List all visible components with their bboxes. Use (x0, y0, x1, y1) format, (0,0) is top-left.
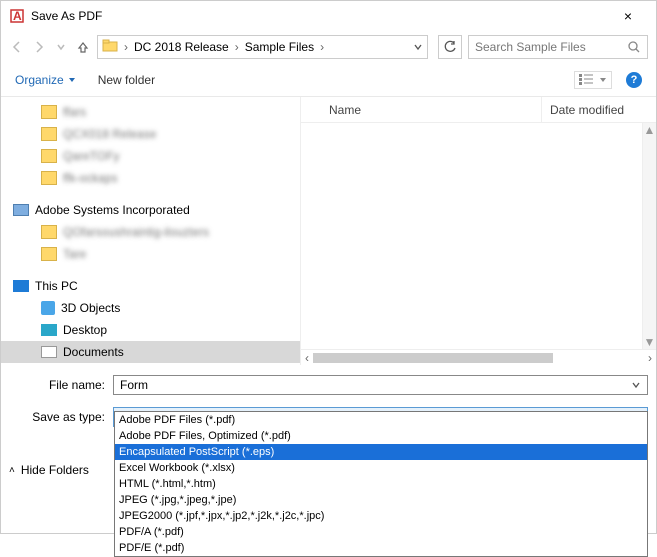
desktop-icon (41, 324, 57, 336)
search-placeholder: Search Sample Files (475, 40, 586, 54)
view-options-button[interactable] (574, 71, 612, 89)
savetype-options-list[interactable]: Adobe PDF Files (*.pdf) Adobe PDF Files,… (114, 411, 648, 557)
search-input[interactable]: Search Sample Files (468, 35, 648, 59)
filename-row: File name: Form (1, 369, 656, 397)
chevron-right-icon: › (233, 40, 241, 54)
title-bar: A Save As PDF × (1, 1, 656, 31)
horizontal-scrollbar[interactable]: ‹ › (301, 349, 656, 365)
folder-icon (41, 225, 57, 239)
chevron-down-icon (68, 76, 76, 84)
filetype-option[interactable]: HTML (*.html,*.htm) (115, 476, 647, 492)
tree-item[interactable]: Tare (1, 243, 300, 265)
content-body: ffars QCX018 Release QareTOFy ffk-ockaps… (1, 97, 656, 365)
tree-desktop[interactable]: Desktop (1, 319, 300, 341)
vertical-scrollbar[interactable]: ▲▼ (642, 123, 656, 349)
tree-documents[interactable]: Documents (1, 341, 300, 363)
scroll-left-icon[interactable]: ‹ (305, 351, 309, 365)
breadcrumb-item[interactable]: DC 2018 Release (130, 40, 233, 54)
tree-item[interactable]: QOfarsoushraintig-ilouzters (1, 221, 300, 243)
svg-text:A: A (13, 9, 22, 23)
scroll-thumb[interactable] (313, 353, 553, 363)
tree-item[interactable]: QCX018 Release (1, 123, 300, 145)
filename-value: Form (120, 378, 148, 392)
filetype-option-selected[interactable]: Encapsulated PostScript (*.eps) (115, 444, 647, 460)
toolbar: Organize New folder ? (1, 63, 656, 97)
pc-icon (13, 280, 29, 292)
disk-icon (13, 204, 29, 216)
filetype-option[interactable]: JPEG2000 (*.jpf,*.jpx,*.jp2,*.j2k,*.j2c,… (115, 508, 647, 524)
close-button[interactable]: × (608, 8, 648, 24)
file-list-area: Name Date modified ▲▼ ‹ › (301, 97, 656, 365)
tree-item[interactable]: ffars (1, 101, 300, 123)
folder-icon (41, 247, 57, 261)
folder-icon (41, 149, 57, 163)
file-list-body[interactable] (301, 123, 656, 349)
filetype-option[interactable]: Adobe PDF Files (*.pdf) (115, 412, 647, 428)
filetype-option[interactable]: JPEG (*.jpg,*.jpeg,*.jpe) (115, 492, 647, 508)
objects-icon (41, 301, 55, 315)
chevron-right-icon: › (318, 40, 326, 54)
back-button[interactable] (9, 39, 25, 55)
breadcrumb-bar[interactable]: › DC 2018 Release › Sample Files › (97, 35, 428, 59)
search-icon (627, 40, 641, 54)
tree-group[interactable]: Adobe Systems Incorporated (1, 199, 300, 221)
filetype-option[interactable]: Adobe PDF Files, Optimized (*.pdf) (115, 428, 647, 444)
refresh-button[interactable] (438, 35, 462, 59)
filetype-option[interactable]: Excel Workbook (*.xlsx) (115, 460, 647, 476)
tree-item[interactable]: QareTOFy (1, 145, 300, 167)
filename-input[interactable]: Form (113, 375, 648, 395)
chevron-down-icon[interactable] (413, 42, 423, 52)
tree-this-pc[interactable]: This PC (1, 275, 300, 297)
chevron-up-icon: ˄ (9, 465, 15, 476)
filetype-option[interactable]: PDF/A (*.pdf) (115, 524, 647, 540)
pdf-app-icon: A (9, 8, 25, 24)
new-folder-button[interactable]: New folder (98, 73, 155, 87)
column-headers: Name Date modified (301, 97, 656, 123)
column-name[interactable]: Name (301, 97, 542, 122)
scroll-right-icon[interactable]: › (648, 351, 652, 365)
tree-item[interactable]: ffk-ockaps (1, 167, 300, 189)
folder-icon (41, 105, 57, 119)
folder-tree[interactable]: ffars QCX018 Release QareTOFy ffk-ockaps… (1, 97, 301, 365)
help-button[interactable]: ? (626, 72, 642, 88)
up-button[interactable] (75, 39, 91, 55)
filename-label: File name: (9, 378, 113, 392)
tree-3d-objects[interactable]: 3D Objects (1, 297, 300, 319)
column-date[interactable]: Date modified (542, 97, 642, 122)
organize-menu[interactable]: Organize (15, 73, 76, 87)
breadcrumb-item[interactable]: Sample Files (241, 40, 318, 54)
forward-button[interactable] (31, 39, 47, 55)
chevron-down-icon (599, 76, 607, 84)
organize-label: Organize (15, 73, 64, 87)
window-title: Save As PDF (31, 9, 608, 23)
chevron-down-icon[interactable] (631, 380, 641, 390)
nav-row: › DC 2018 Release › Sample Files › Searc… (1, 31, 656, 63)
hide-folders-label: Hide Folders (21, 463, 89, 477)
hide-folders-toggle[interactable]: ˄ Hide Folders (9, 463, 89, 477)
folder-icon (41, 127, 57, 141)
filetype-option[interactable]: PDF/E (*.pdf) (115, 540, 647, 556)
chevron-right-icon: › (122, 40, 130, 54)
savetype-label: Save as type: (9, 410, 113, 424)
recent-dropdown[interactable] (53, 39, 69, 55)
documents-icon (41, 346, 57, 358)
folder-icon (41, 171, 57, 185)
view-icon (579, 74, 595, 86)
folder-icon (102, 39, 118, 55)
